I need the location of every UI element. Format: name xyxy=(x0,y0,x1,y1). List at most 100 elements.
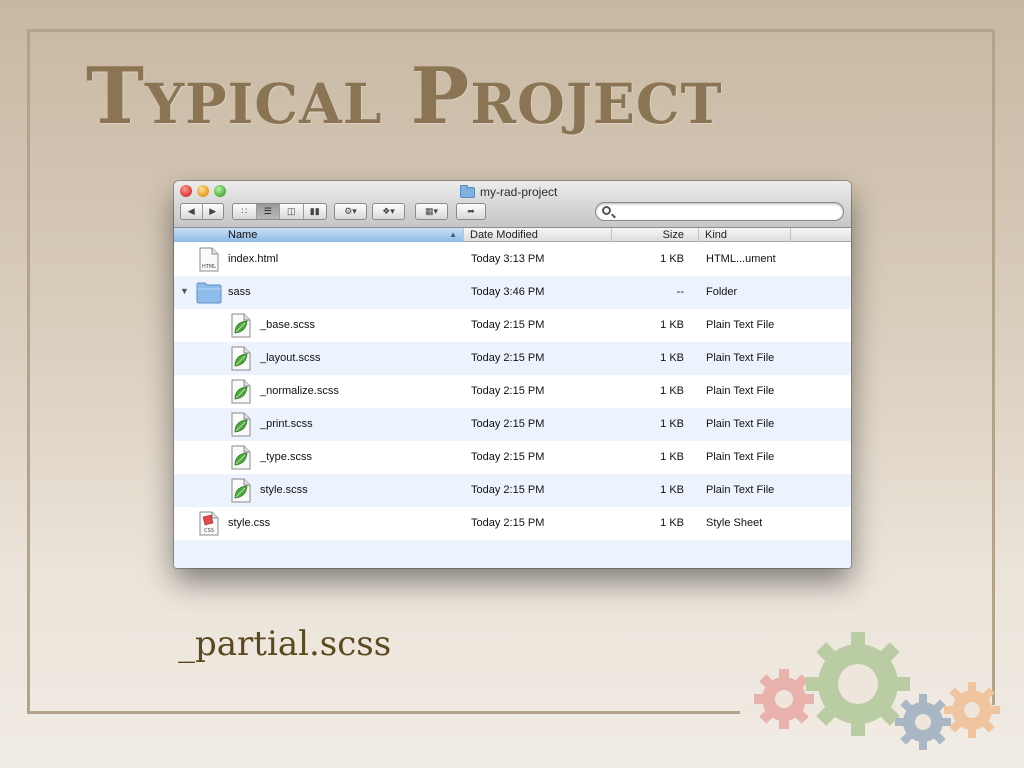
file-kind: Plain Text File xyxy=(706,385,775,397)
file-date: Today 2:15 PM xyxy=(471,385,545,397)
scss-file-icon xyxy=(231,313,251,338)
file-name: style.css xyxy=(228,517,271,529)
file-date: Today 3:46 PM xyxy=(471,286,545,298)
file-date: Today 2:15 PM xyxy=(471,451,545,463)
scss-file-icon xyxy=(231,412,251,437)
folder-row[interactable]: ▼ sass Today 3:46 PM -- Folder xyxy=(174,276,851,309)
file-name: _normalize.scss xyxy=(260,385,339,397)
column-header-name[interactable]: Name ▲ xyxy=(174,228,464,242)
empty-row xyxy=(174,540,851,568)
folder-name: sass xyxy=(228,286,251,298)
file-kind: Plain Text File xyxy=(706,484,775,496)
column-header: Name ▲ Date Modified Size Kind xyxy=(174,228,851,242)
zoom-button[interactable] xyxy=(214,185,226,197)
search-icon xyxy=(602,206,611,215)
file-row[interactable]: _print.scss Today 2:15 PM 1 KB Plain Tex… xyxy=(174,408,851,441)
file-date: Today 2:15 PM xyxy=(471,319,545,331)
file-size: 1 KB xyxy=(660,418,684,430)
html-file-icon: HTML xyxy=(199,247,219,272)
close-button[interactable] xyxy=(180,185,192,197)
file-kind: HTML...ument xyxy=(706,253,776,265)
file-size: 1 KB xyxy=(660,517,684,529)
file-row[interactable]: _base.scss Today 2:15 PM 1 KB Plain Text… xyxy=(174,309,851,342)
css-file-icon: CSS xyxy=(199,511,219,536)
file-name: _layout.scss xyxy=(260,352,321,364)
window-title-label: my-rad-project xyxy=(480,185,558,199)
column-header-kind[interactable]: Kind xyxy=(699,228,791,242)
file-date: Today 2:15 PM xyxy=(471,484,545,496)
cover-flow-icon[interactable]: ▮▮ xyxy=(304,204,327,219)
orange-gear-icon xyxy=(944,682,1000,738)
file-list: HTML index.html Today 3:13 PM 1 KB HTML.… xyxy=(174,243,851,568)
sort-ascending-icon: ▲ xyxy=(449,230,457,239)
disclosure-triangle-icon[interactable]: ▼ xyxy=(180,286,189,296)
file-row[interactable]: HTML index.html Today 3:13 PM 1 KB HTML.… xyxy=(174,243,851,276)
scss-file-icon xyxy=(231,346,251,371)
file-kind: Plain Text File xyxy=(706,418,775,430)
column-name-label: Name xyxy=(228,229,258,241)
action-menu-button[interactable]: ⚙▾ xyxy=(334,203,367,220)
file-size: -- xyxy=(676,286,684,298)
file-size: 1 KB xyxy=(660,253,684,265)
file-name: index.html xyxy=(228,253,279,265)
column-header-date[interactable]: Date Modified xyxy=(464,228,612,242)
file-date: Today 3:13 PM xyxy=(471,253,545,265)
slide-caption: _partial.scss xyxy=(178,624,392,664)
gears-decoration xyxy=(754,632,1000,750)
column-header-size[interactable]: Size xyxy=(612,228,699,242)
file-size: 1 KB xyxy=(660,319,684,331)
file-size: 1 KB xyxy=(660,484,684,496)
view-mode-control[interactable]: ∷ ☰ ◫ ▮▮ xyxy=(232,203,327,220)
scss-file-icon xyxy=(231,445,251,470)
folder-icon xyxy=(196,282,222,304)
arrange-menu-button[interactable]: ▦▾ xyxy=(415,203,448,220)
window-title: my-rad-project xyxy=(460,184,557,200)
back-arrow-icon[interactable]: ◀ xyxy=(181,204,203,219)
file-size: 1 KB xyxy=(660,451,684,463)
file-row[interactable]: _layout.scss Today 2:15 PM 1 KB Plain Te… xyxy=(174,342,851,375)
file-name: style.scss xyxy=(260,484,308,496)
file-kind: Plain Text File xyxy=(706,352,775,364)
file-row[interactable]: _type.scss Today 2:15 PM 1 KB Plain Text… xyxy=(174,441,851,474)
forward-arrow-icon[interactable]: ▶ xyxy=(203,204,224,219)
file-row[interactable]: CSS style.css Today 2:15 PM 1 KB Style S… xyxy=(174,507,851,540)
share-button[interactable]: ➦ xyxy=(456,203,486,220)
blue-gear-icon xyxy=(895,694,951,750)
window-titlebar[interactable]: my-rad-project ◀ ▶ ∷ ☰ ◫ ▮▮ ⚙▾ ❖▾ ▦▾ ➦ xyxy=(174,181,851,228)
minimize-button[interactable] xyxy=(197,185,209,197)
finder-window: my-rad-project ◀ ▶ ∷ ☰ ◫ ▮▮ ⚙▾ ❖▾ ▦▾ ➦ N… xyxy=(174,181,851,568)
list-view-icon[interactable]: ☰ xyxy=(256,204,280,219)
column-date-label: Date Modified xyxy=(470,229,538,241)
file-row[interactable]: _normalize.scss Today 2:15 PM 1 KB Plain… xyxy=(174,375,851,408)
file-kind: Plain Text File xyxy=(706,451,775,463)
column-size-label: Size xyxy=(662,229,684,241)
file-kind: Folder xyxy=(706,286,738,298)
file-name: _print.scss xyxy=(260,418,313,430)
file-name: _base.scss xyxy=(260,319,316,331)
back-forward-control[interactable]: ◀ ▶ xyxy=(180,203,224,220)
green-gear-icon xyxy=(806,632,910,736)
grid-icon: ▦▾ xyxy=(424,206,439,216)
pink-gear-icon xyxy=(754,669,814,729)
file-date: Today 2:15 PM xyxy=(471,418,545,430)
icon-view-icon[interactable]: ∷ xyxy=(233,204,257,219)
gear-icon: ⚙▾ xyxy=(344,206,357,216)
folder-icon xyxy=(460,184,475,198)
dropbox-menu-button[interactable]: ❖▾ xyxy=(372,203,405,220)
file-kind: Style Sheet xyxy=(706,517,763,529)
file-kind: Plain Text File xyxy=(706,319,775,331)
file-date: Today 2:15 PM xyxy=(471,517,545,529)
file-row[interactable]: style.scss Today 2:15 PM 1 KB Plain Text… xyxy=(174,474,851,507)
slide-title: Typical Project xyxy=(86,51,723,142)
html-icon-label: HTML xyxy=(202,264,216,270)
search-input[interactable] xyxy=(595,202,844,221)
column-view-icon[interactable]: ◫ xyxy=(280,204,304,219)
share-icon: ➦ xyxy=(467,206,475,216)
scss-file-icon xyxy=(231,379,251,404)
css-icon-label: CSS xyxy=(204,528,214,534)
file-size: 1 KB xyxy=(660,352,684,364)
file-size: 1 KB xyxy=(660,385,684,397)
scss-file-icon xyxy=(231,478,251,503)
file-name: _type.scss xyxy=(260,451,312,463)
column-kind-label: Kind xyxy=(705,229,728,241)
